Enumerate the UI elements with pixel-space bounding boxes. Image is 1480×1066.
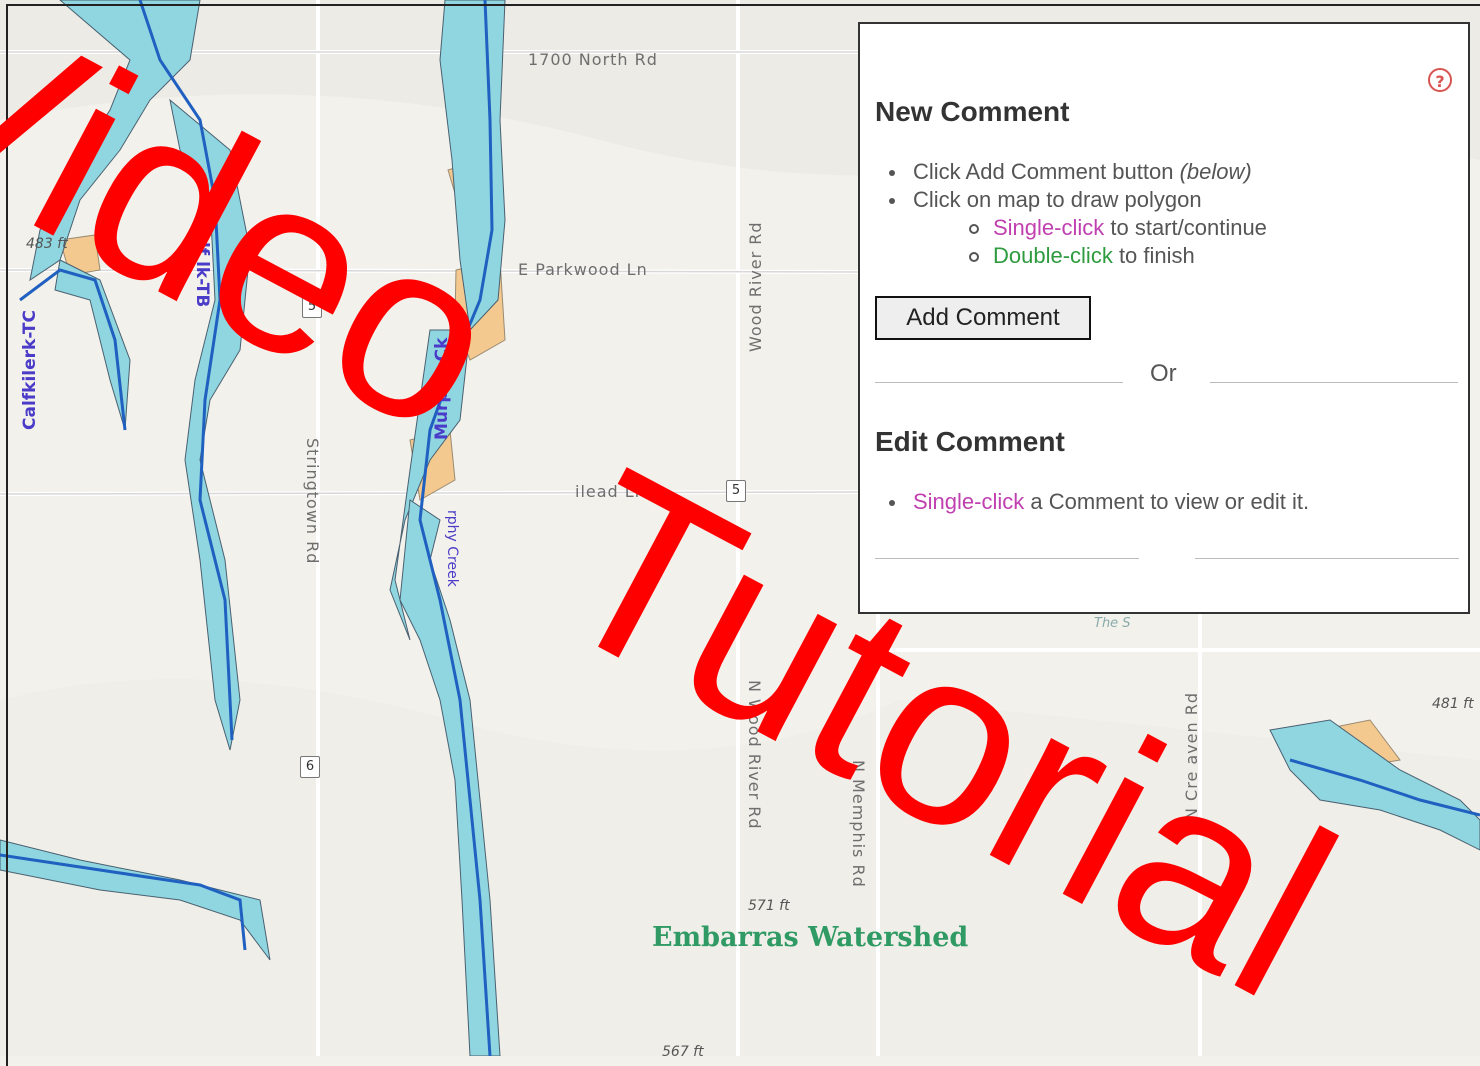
road-label-parkwood: E Parkwood Ln	[518, 260, 648, 279]
instruction-single-click: Single-click to start/continue	[969, 215, 1267, 240]
elevation-label-571: 571 ft	[748, 898, 790, 914]
road-label-1700-north: 1700 North Rd	[528, 50, 658, 69]
stream-label-calfkiller-tc: Calfkilerk-TC	[20, 310, 40, 430]
road-label-wood-river: Wood River Rd	[746, 221, 765, 352]
edit-comment-instructions: Single-click a Comment to view or edit i…	[888, 488, 1310, 516]
route-shield-5-west: 5	[302, 296, 322, 318]
elevation-label-481: 481 ft	[1432, 696, 1474, 712]
polygon-sub-instructions: Single-click to start/continue Double-cl…	[969, 214, 1267, 270]
road-label-n-wood-river: N Wood River Rd	[745, 680, 764, 830]
comment-panel: ? New Comment Click Add Comment button (…	[858, 22, 1470, 614]
watershed-label: Embarras Watershed	[652, 922, 969, 953]
instruction-step-2: Click on map to draw polygon	[889, 186, 1252, 214]
place-label-the: The S	[1094, 616, 1131, 631]
instruction-double-click: Double-click to finish	[969, 242, 1267, 270]
bottom-divider-right	[1195, 558, 1459, 559]
edit-comment-title: Edit Comment	[875, 426, 1065, 457]
stream-label-murphy-creek: rphy Creek	[444, 510, 460, 587]
road-label-gilead: ilead Ln	[575, 482, 646, 501]
stream-label-calfkiller-tb: Calf lk-TB	[192, 218, 212, 308]
help-icon[interactable]: ?	[1428, 68, 1452, 92]
road-label-stringtown: Stringtown Rd	[303, 438, 322, 565]
or-divider-right	[1210, 382, 1458, 383]
new-comment-title: New Comment	[875, 96, 1070, 127]
add-comment-button[interactable]: Add Comment	[875, 296, 1091, 340]
elevation-label-483: 483 ft	[26, 236, 68, 252]
instruction-step-1: Click Add Comment button (below)	[889, 159, 1252, 184]
new-comment-instructions: Click Add Comment button (below) Click o…	[889, 158, 1252, 214]
or-divider-left	[875, 382, 1123, 383]
stream-label-murphy-ck: Murphy Ck	[432, 337, 452, 440]
road-label-n-crev: N Cre aven Rd	[1182, 692, 1201, 820]
elevation-label-567: 567 ft	[662, 1044, 704, 1060]
route-shield-6: 6	[300, 756, 320, 778]
route-shield-5-east: 5	[726, 480, 746, 502]
road-label-n-memphis: N Memphis Rd	[849, 760, 868, 888]
bottom-divider-left	[875, 558, 1139, 559]
instruction-edit: Single-click a Comment to view or edit i…	[888, 489, 1310, 514]
or-label: Or	[1150, 360, 1177, 387]
